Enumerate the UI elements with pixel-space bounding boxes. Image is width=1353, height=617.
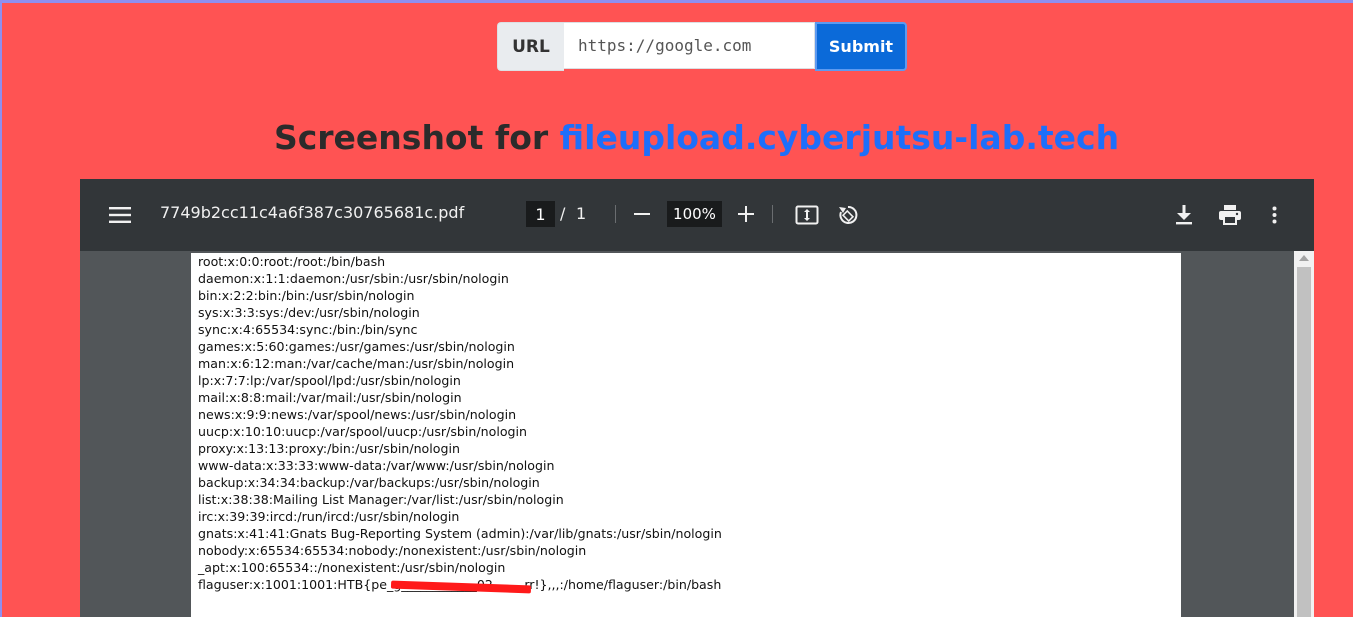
pdf-viewer: 7749b2cc11c4a6f387c30765681c.pdf 1 / 1 1… [80,179,1314,617]
pdf-page: root:x:0:0:root:/root:/bin/bash daemon:x:… [191,253,1181,617]
url-form: URL Submit [497,22,907,71]
url-input[interactable] [564,22,815,69]
pdf-line: flaguser:x:1001:1001:HTB{pe_g___________… [198,576,722,594]
pdf-filename: 7749b2cc11c4a6f387c30765681c.pdf [160,203,465,222]
page-total: 1 [576,204,587,223]
fit-page-icon[interactable] [792,201,822,229]
pdf-line: daemon:x:1:1:daemon:/usr/sbin:/usr/sbin/… [198,271,509,286]
top-border [0,0,1353,3]
pdf-line: uucp:x:10:10:uucp:/var/spool/uucp:/usr/s… [198,424,527,439]
pdf-line: www-data:x:33:33:www-data:/var/www:/usr/… [198,458,555,473]
zoom-level-input[interactable]: 100% [667,201,722,227]
scroll-thumb[interactable] [1297,267,1311,617]
pdf-text-lines: root:x:0:0:root:/root:/bin/bash daemon:x:… [198,253,722,594]
toolbar-divider [615,205,616,223]
pdf-line: news:x:9:9:news:/var/spool/news:/usr/sbi… [198,407,517,422]
submit-button[interactable]: Submit [815,22,907,71]
print-icon[interactable] [1215,201,1245,229]
pdf-line: irc:x:39:39:ircd:/run/ircd:/usr/sbin/nol… [198,509,460,524]
page-number-input[interactable]: 1 [526,201,555,227]
page-separator: / [560,204,566,223]
pdf-line: root:x:0:0:root:/root:/bin/bash [198,254,386,269]
rotate-icon[interactable] [833,201,863,229]
zoom-out-icon[interactable] [628,199,656,229]
pdf-line: man:x:6:12:man:/var/cache/man:/usr/sbin/… [198,356,515,371]
heading-host-link[interactable]: fileupload.cyberjutsu-lab.tech [560,118,1119,157]
pdf-line: sync:x:4:65534:sync:/bin:/bin/sync [198,322,418,337]
zoom-in-icon[interactable] [732,199,760,229]
pdf-line: backup:x:34:34:backup:/var/backups:/usr/… [198,475,540,490]
pdf-line: lp:x:7:7:lp:/var/spool/lpd:/usr/sbin/nol… [198,373,461,388]
pdf-line: bin:x:2:2:bin:/bin:/usr/sbin/nologin [198,288,415,303]
toolbar-divider [772,205,773,223]
pdf-line: proxy:x:13:13:proxy:/bin:/usr/sbin/nolog… [198,441,460,456]
url-label: URL [497,22,564,71]
left-border [0,0,2,617]
pdf-line: nobody:x:65534:65534:nobody:/nonexistent… [198,543,587,558]
scroll-up-arrow-icon[interactable] [1299,255,1309,261]
pdf-line: sys:x:3:3:sys:/dev:/usr/sbin/nologin [198,305,420,320]
pdf-line: mail:x:8:8:mail:/var/mail:/usr/sbin/nolo… [198,390,462,405]
pdf-line: gnats:x:41:41:Gnats Bug-Reporting System… [198,526,722,541]
pdf-line: games:x:5:60:games:/usr/games:/usr/sbin/… [198,339,515,354]
download-icon[interactable] [1170,201,1198,229]
pdf-line: _apt:x:100:65534::/nonexistent:/usr/sbin… [198,560,506,575]
scrollbar[interactable] [1294,251,1314,617]
redaction-mark [390,580,532,594]
heading-prefix: Screenshot for [273,118,549,157]
pdf-line: list:x:38:38:Mailing List Manager:/var/l… [198,492,564,507]
pdf-toolbar: 7749b2cc11c4a6f387c30765681c.pdf 1 / 1 1… [80,179,1314,251]
page-heading: Screenshot for fileupload.cyberjutsu-lab… [0,118,1353,157]
menu-icon[interactable] [104,201,136,229]
more-options-icon[interactable] [1264,201,1284,229]
